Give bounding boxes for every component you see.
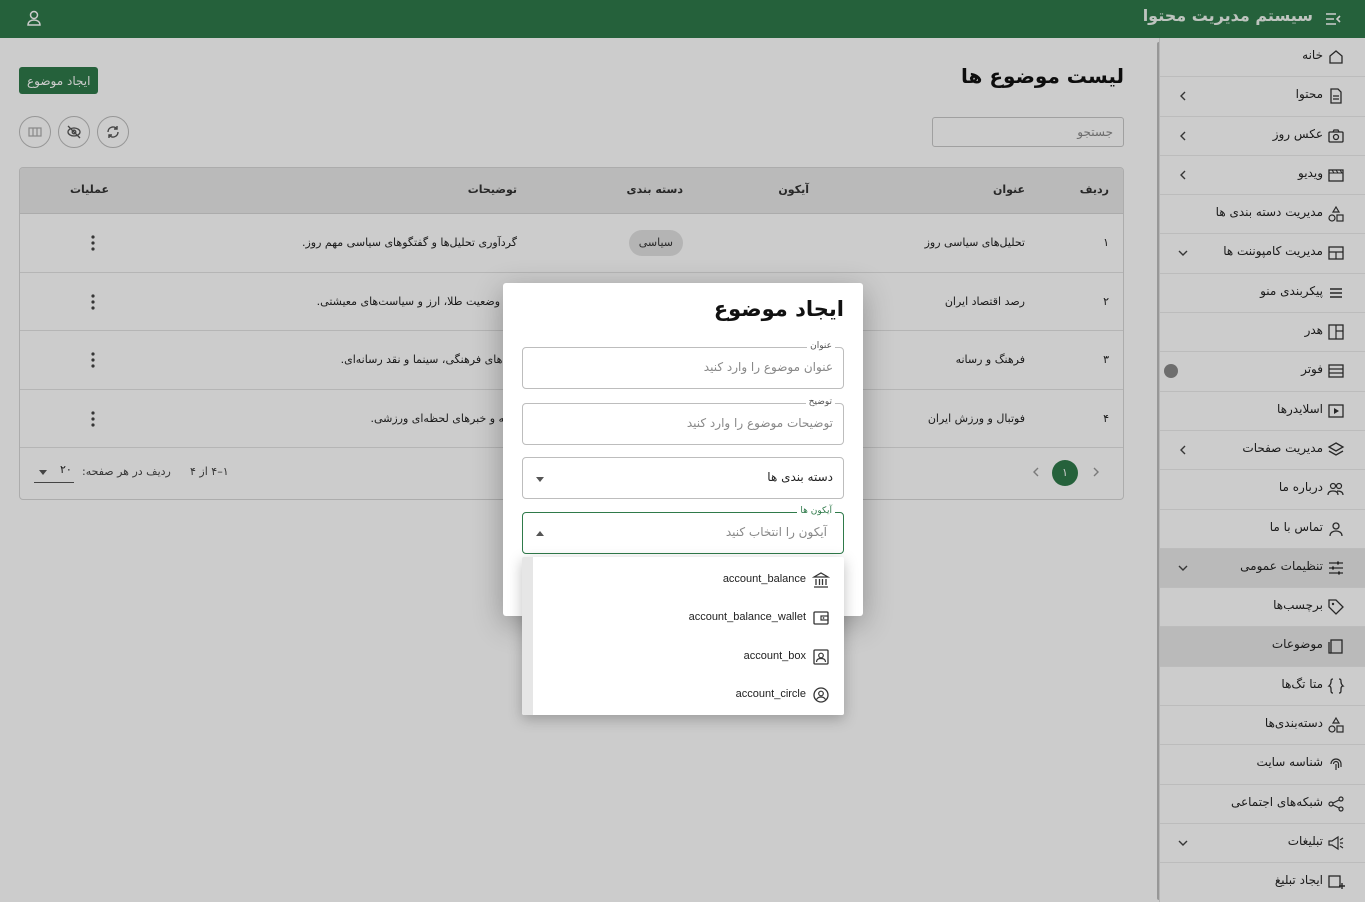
- icon-select-label: آیکون ها: [797, 506, 835, 516]
- dialog-title: ایجاد موضوع: [713, 297, 844, 321]
- icon-option-label: account_balance: [722, 573, 806, 585]
- title-input[interactable]: عنوان عنوان موضوع را وارد کنید: [522, 341, 844, 389]
- caret-up-icon: [536, 531, 544, 536]
- icon-option-label: account_box: [743, 650, 806, 662]
- icon-option[interactable]: account_balance: [533, 561, 844, 599]
- icon-options-dropdown: account_balance account_balance_wallet a…: [522, 557, 844, 715]
- description-input-label: توضیح: [805, 397, 835, 407]
- title-input-label: عنوان: [807, 341, 835, 351]
- bank-icon: [812, 572, 830, 588]
- category-select[interactable]: دسته بندی ها: [522, 457, 844, 499]
- account-circle-icon: [813, 687, 829, 703]
- icon-option-label: account_balance_wallet: [688, 611, 806, 623]
- title-input-placeholder: عنوان موضوع را وارد کنید: [703, 360, 833, 374]
- icon-option[interactable]: account_box: [533, 638, 844, 676]
- description-input[interactable]: توضیح توضیحات موضوع را وارد کنید: [522, 397, 844, 445]
- caret-down-icon: [536, 477, 544, 482]
- icon-select[interactable]: آیکون ها آیکون را انتخاب کنید: [522, 506, 844, 554]
- dropdown-scrollbar[interactable]: [522, 557, 533, 715]
- description-input-placeholder: توضیحات موضوع را وارد کنید: [686, 416, 833, 430]
- wallet-icon: [813, 611, 829, 625]
- category-select-value: دسته بندی ها: [767, 470, 833, 484]
- account-box-icon: [813, 649, 829, 665]
- icon-option[interactable]: account_balance_wallet: [533, 599, 844, 637]
- icon-option-label: account_circle: [735, 688, 806, 700]
- icon-option[interactable]: account_circle: [533, 676, 844, 714]
- icon-select-placeholder: آیکون را انتخاب کنید: [725, 525, 827, 539]
